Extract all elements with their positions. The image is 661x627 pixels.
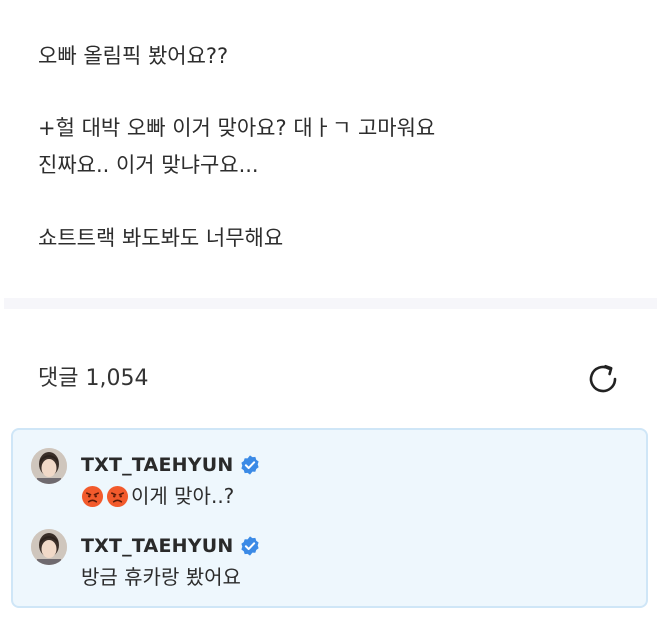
comment-text: 이게 맞아..? [81, 482, 234, 510]
avatar[interactable] [31, 448, 67, 484]
post-text-line: +헐 대박 오빠 이거 맞아요? 대ㅏㄱ 고마워요 [38, 116, 436, 140]
comment-author-row: TXT_TAEHYUN [81, 452, 261, 478]
comment-author-row: TXT_TAEHYUN [81, 533, 261, 559]
angry-face-emoji [106, 485, 129, 507]
comment-author[interactable]: TXT_TAEHYUN [81, 454, 233, 476]
avatar[interactable] [31, 529, 67, 565]
post-text-line: 쇼트트랙 봐도봐도 너무해요 [38, 226, 284, 250]
comment-body: 이게 맞아..? [131, 484, 235, 508]
comments-count-title: 댓글 1,054 [38, 366, 149, 391]
angry-face-emoji [81, 485, 104, 507]
section-divider [4, 298, 657, 309]
verified-badge-icon [241, 455, 260, 475]
comment-text: 방금 휴카랑 봤어요 [81, 563, 241, 591]
verified-badge-icon [241, 536, 260, 556]
comment-item: TXT_TAEHYUN 방금 휴카랑 봤어요 [13, 511, 646, 591]
refresh-icon[interactable] [585, 361, 621, 397]
comment-author[interactable]: TXT_TAEHYUN [81, 535, 233, 557]
post-text-line: 진짜요.. 이거 맞냐구요... [38, 153, 259, 177]
post-body: 오빠 올림픽 봤어요?? +헐 대박 오빠 이거 맞아요? 대ㅏㄱ 고마워요 진… [0, 0, 661, 298]
comment-body: 방금 휴카랑 봤어요 [81, 565, 241, 589]
comments-header: 댓글 1,054 [0, 309, 661, 419]
comment-item: TXT_TAEHYUN 이게 맞아..? [13, 430, 646, 510]
post-text-line: 오빠 올림픽 봤어요?? [38, 44, 229, 68]
artist-comments-box: TXT_TAEHYUN 이게 맞아..? TXT_TAEHYUN 방금 휴카랑 … [11, 428, 648, 608]
